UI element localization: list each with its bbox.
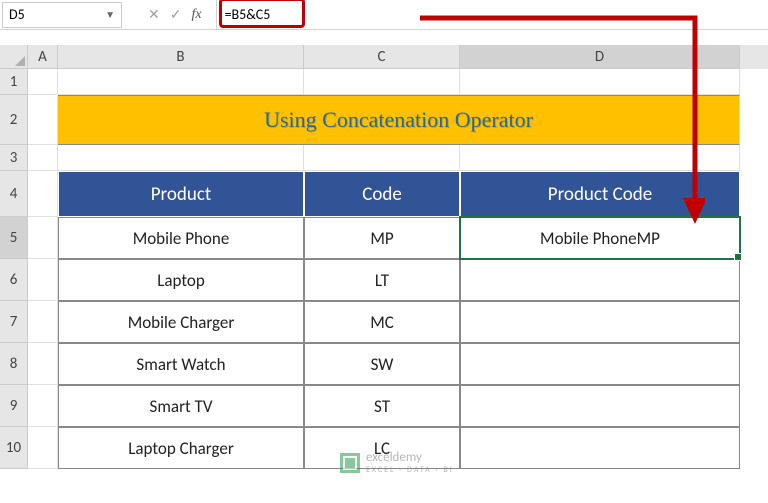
formula-bar-buttons: ✕ ✓ fx (134, 0, 217, 29)
row-6: 6 Laptop LT (0, 259, 768, 301)
cell-b1[interactable] (58, 69, 304, 95)
name-box[interactable]: D5 ▼ (2, 2, 122, 28)
cell-d1[interactable] (460, 69, 740, 95)
row-3: 3 (0, 145, 768, 171)
cell-a4[interactable] (28, 171, 58, 217)
row-1: 1 (0, 69, 768, 95)
cancel-icon[interactable]: ✕ (148, 6, 160, 23)
row-header-6[interactable]: 6 (0, 259, 28, 301)
row-8: 8 Smart Watch SW (0, 343, 768, 385)
watermark-logo-icon (340, 453, 360, 473)
row-header-1[interactable]: 1 (0, 69, 28, 95)
cell-c7[interactable]: MC (304, 301, 460, 343)
row-header-3[interactable]: 3 (0, 145, 28, 171)
cell-d3[interactable] (460, 145, 740, 171)
row-9: 9 Smart TV ST (0, 385, 768, 427)
select-all-button[interactable] (0, 45, 28, 69)
cell-c9[interactable]: ST (304, 385, 460, 427)
row-header-4[interactable]: 4 (0, 171, 28, 217)
cell-c3[interactable] (304, 145, 460, 171)
fx-icon[interactable]: fx (191, 7, 201, 23)
spreadsheet-grid: A B C D 1 2 Using Concatenation Operator… (0, 45, 768, 503)
title-cell[interactable]: Using Concatenation Operator (58, 95, 740, 145)
column-header-b[interactable]: B (58, 45, 304, 69)
row-header-5[interactable]: 5 (0, 217, 28, 259)
formula-highlight-annotation (219, 0, 305, 28)
column-headers: A B C D (0, 45, 768, 69)
cell-a8[interactable] (28, 343, 58, 385)
cell-d10[interactable] (460, 427, 740, 469)
cell-a10[interactable] (28, 427, 58, 469)
row-5: 5 Mobile Phone MP Mobile PhoneMP (0, 217, 768, 259)
cell-a3[interactable] (28, 145, 58, 171)
cell-b5[interactable]: Mobile Phone (58, 217, 304, 259)
cell-a2[interactable] (28, 95, 58, 145)
row-header-7[interactable]: 7 (0, 301, 28, 343)
cell-b8[interactable]: Smart Watch (58, 343, 304, 385)
cell-a6[interactable] (28, 259, 58, 301)
cell-c8[interactable]: SW (304, 343, 460, 385)
cell-c6[interactable]: LT (304, 259, 460, 301)
name-box-value: D5 (9, 6, 25, 23)
header-product[interactable]: Product (58, 171, 304, 217)
column-header-c[interactable]: C (304, 45, 460, 69)
cell-b7[interactable]: Mobile Charger (58, 301, 304, 343)
cell-c1[interactable] (304, 69, 460, 95)
cell-a5[interactable] (28, 217, 58, 259)
watermark-name: exceldemy (366, 450, 422, 465)
column-header-a[interactable]: A (28, 45, 58, 69)
cell-d6[interactable] (460, 259, 740, 301)
cell-d5[interactable]: Mobile PhoneMP (460, 217, 740, 259)
row-2: 2 Using Concatenation Operator (0, 95, 768, 145)
watermark-sub: EXCEL · DATA · BI (366, 465, 454, 475)
formula-input[interactable]: =B5&C5 (217, 0, 768, 29)
cell-c5[interactable]: MP (304, 217, 460, 259)
formula-bar: D5 ▼ ✕ ✓ fx =B5&C5 (0, 0, 768, 30)
cell-b6[interactable]: Laptop (58, 259, 304, 301)
cell-a1[interactable] (28, 69, 58, 95)
watermark: exceldemy EXCEL · DATA · BI (340, 450, 454, 475)
cell-d9[interactable] (460, 385, 740, 427)
column-header-d[interactable]: D (460, 45, 740, 69)
rows: 1 2 Using Concatenation Operator 3 4 Pro… (0, 69, 768, 469)
row-header-8[interactable]: 8 (0, 343, 28, 385)
cell-b3[interactable] (58, 145, 304, 171)
cell-b10[interactable]: Laptop Charger (58, 427, 304, 469)
cell-b9[interactable]: Smart TV (58, 385, 304, 427)
cell-a9[interactable] (28, 385, 58, 427)
cell-d8[interactable] (460, 343, 740, 385)
cell-a7[interactable] (28, 301, 58, 343)
header-product-code[interactable]: Product Code (460, 171, 740, 217)
cell-d7[interactable] (460, 301, 740, 343)
confirm-icon[interactable]: ✓ (170, 6, 182, 23)
name-box-dropdown-icon[interactable]: ▼ (105, 8, 115, 21)
row-4: 4 Product Code Product Code (0, 171, 768, 217)
row-7: 7 Mobile Charger MC (0, 301, 768, 343)
header-code[interactable]: Code (304, 171, 460, 217)
row-header-2[interactable]: 2 (0, 95, 28, 145)
row-header-9[interactable]: 9 (0, 385, 28, 427)
row-header-10[interactable]: 10 (0, 427, 28, 469)
